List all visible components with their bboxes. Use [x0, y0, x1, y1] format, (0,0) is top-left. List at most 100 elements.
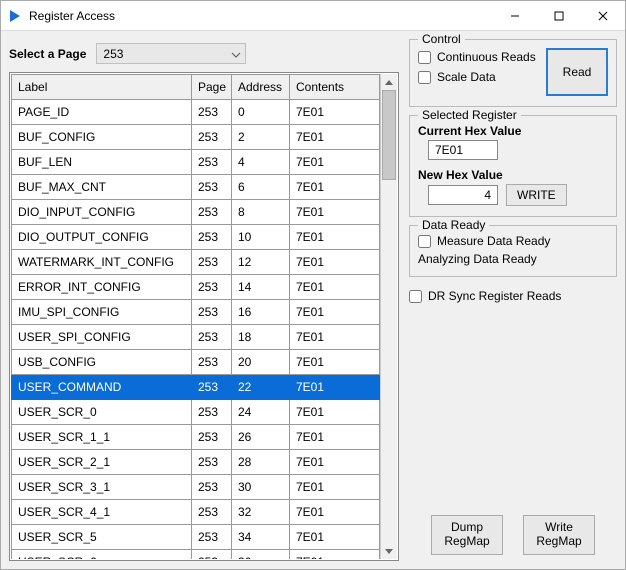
- cell-page: 253: [192, 375, 232, 400]
- cell-label: BUF_LEN: [12, 150, 192, 175]
- cell-contents: 7E01: [290, 100, 380, 125]
- write-regmap-button[interactable]: Write RegMap: [523, 515, 595, 555]
- write-button[interactable]: WRITE: [506, 184, 567, 206]
- cell-label: ERROR_INT_CONFIG: [12, 275, 192, 300]
- col-address[interactable]: Address: [232, 75, 290, 100]
- col-contents[interactable]: Contents: [290, 75, 380, 100]
- new-hex-label: New Hex Value: [418, 168, 608, 182]
- cell-page: 253: [192, 200, 232, 225]
- table-row[interactable]: DIO_OUTPUT_CONFIG253107E01: [12, 225, 380, 250]
- continuous-reads-label: Continuous Reads: [437, 50, 536, 64]
- analyzing-data-ready-text: Analyzing Data Ready: [418, 252, 608, 266]
- cell-label: DIO_OUTPUT_CONFIG: [12, 225, 192, 250]
- cell-page: 253: [192, 400, 232, 425]
- cell-label: USER_SCR_6: [12, 550, 192, 560]
- cell-label: USER_SCR_4_1: [12, 500, 192, 525]
- table-row[interactable]: USER_SCR_4_1253327E01: [12, 500, 380, 525]
- cell-page: 253: [192, 450, 232, 475]
- minimize-button[interactable]: [493, 1, 537, 30]
- col-page[interactable]: Page: [192, 75, 232, 100]
- cell-contents: 7E01: [290, 375, 380, 400]
- scroll-up-icon[interactable]: [381, 74, 397, 90]
- cell-page: 253: [192, 500, 232, 525]
- cell-label: USB_CONFIG: [12, 350, 192, 375]
- cell-address: 30: [232, 475, 290, 500]
- cell-page: 253: [192, 300, 232, 325]
- dump-regmap-button[interactable]: Dump RegMap: [431, 515, 503, 555]
- cell-contents: 7E01: [290, 225, 380, 250]
- cell-label: USER_SCR_1_1: [12, 425, 192, 450]
- cell-page: 253: [192, 150, 232, 175]
- cell-contents: 7E01: [290, 200, 380, 225]
- cell-label: USER_SCR_0: [12, 400, 192, 425]
- cell-page: 253: [192, 100, 232, 125]
- col-label[interactable]: Label: [12, 75, 192, 100]
- table-row[interactable]: IMU_SPI_CONFIG253167E01: [12, 300, 380, 325]
- cell-address: 22: [232, 375, 290, 400]
- vertical-scrollbar[interactable]: [380, 74, 397, 559]
- cell-address: 26: [232, 425, 290, 450]
- app-icon: [7, 8, 23, 24]
- cell-contents: 7E01: [290, 175, 380, 200]
- scale-data-label: Scale Data: [437, 70, 496, 84]
- selected-register-group: Selected Register Current Hex Value 7E01…: [409, 115, 617, 217]
- measure-data-ready-checkbox[interactable]: Measure Data Ready: [418, 234, 608, 248]
- cell-address: 24: [232, 400, 290, 425]
- scale-data-checkbox[interactable]: Scale Data: [418, 70, 538, 84]
- cell-label: USER_SPI_CONFIG: [12, 325, 192, 350]
- cell-page: 253: [192, 250, 232, 275]
- dr-sync-label: DR Sync Register Reads: [428, 289, 561, 303]
- current-hex-value: 7E01: [428, 140, 498, 160]
- table-row[interactable]: PAGE_ID25307E01: [12, 100, 380, 125]
- cell-address: 12: [232, 250, 290, 275]
- table-row[interactable]: USER_SCR_6253367E01: [12, 550, 380, 560]
- table-row[interactable]: BUF_MAX_CNT25367E01: [12, 175, 380, 200]
- cell-label: USER_SCR_3_1: [12, 475, 192, 500]
- table-row[interactable]: USER_SCR_3_1253307E01: [12, 475, 380, 500]
- new-hex-input[interactable]: 4: [428, 185, 498, 205]
- window-title: Register Access: [29, 9, 493, 23]
- cell-page: 253: [192, 550, 232, 560]
- cell-contents: 7E01: [290, 450, 380, 475]
- cell-contents: 7E01: [290, 300, 380, 325]
- cell-label: BUF_CONFIG: [12, 125, 192, 150]
- cell-contents: 7E01: [290, 350, 380, 375]
- table-row[interactable]: USER_SCR_5253347E01: [12, 525, 380, 550]
- table-row[interactable]: USER_SCR_2_1253287E01: [12, 450, 380, 475]
- table-row[interactable]: USB_CONFIG253207E01: [12, 350, 380, 375]
- cell-contents: 7E01: [290, 475, 380, 500]
- cell-label: WATERMARK_INT_CONFIG: [12, 250, 192, 275]
- select-page-label: Select a Page: [9, 47, 86, 61]
- continuous-reads-checkbox[interactable]: Continuous Reads: [418, 50, 538, 64]
- table-row[interactable]: USER_SCR_1_1253267E01: [12, 425, 380, 450]
- table-row[interactable]: DIO_INPUT_CONFIG25387E01: [12, 200, 380, 225]
- page-select[interactable]: 253: [96, 43, 246, 64]
- table-row[interactable]: ERROR_INT_CONFIG253147E01: [12, 275, 380, 300]
- table-row[interactable]: USER_SCR_0253247E01: [12, 400, 380, 425]
- cell-page: 253: [192, 350, 232, 375]
- table-row[interactable]: WATERMARK_INT_CONFIG253127E01: [12, 250, 380, 275]
- scrollbar-thumb[interactable]: [382, 90, 396, 180]
- cell-address: 16: [232, 300, 290, 325]
- cell-address: 0: [232, 100, 290, 125]
- cell-page: 253: [192, 525, 232, 550]
- maximize-button[interactable]: [537, 1, 581, 30]
- read-button[interactable]: Read: [546, 48, 608, 96]
- current-hex-label: Current Hex Value: [418, 124, 608, 138]
- cell-label: USER_SCR_5: [12, 525, 192, 550]
- cell-contents: 7E01: [290, 250, 380, 275]
- control-group: Control Continuous Reads Scale Data Read: [409, 39, 617, 107]
- cell-label: IMU_SPI_CONFIG: [12, 300, 192, 325]
- table-row[interactable]: USER_SPI_CONFIG253187E01: [12, 325, 380, 350]
- data-ready-group: Data Ready Measure Data Ready Analyzing …: [409, 225, 617, 277]
- dr-sync-checkbox[interactable]: DR Sync Register Reads: [409, 289, 617, 303]
- scroll-down-icon[interactable]: [381, 543, 397, 559]
- table-row[interactable]: BUF_LEN25347E01: [12, 150, 380, 175]
- table-row[interactable]: USER_COMMAND253227E01: [12, 375, 380, 400]
- table-row[interactable]: BUF_CONFIG25327E01: [12, 125, 380, 150]
- close-button[interactable]: [581, 1, 625, 30]
- control-legend: Control: [418, 32, 465, 46]
- selected-register-legend: Selected Register: [418, 108, 521, 122]
- cell-contents: 7E01: [290, 400, 380, 425]
- cell-address: 4: [232, 150, 290, 175]
